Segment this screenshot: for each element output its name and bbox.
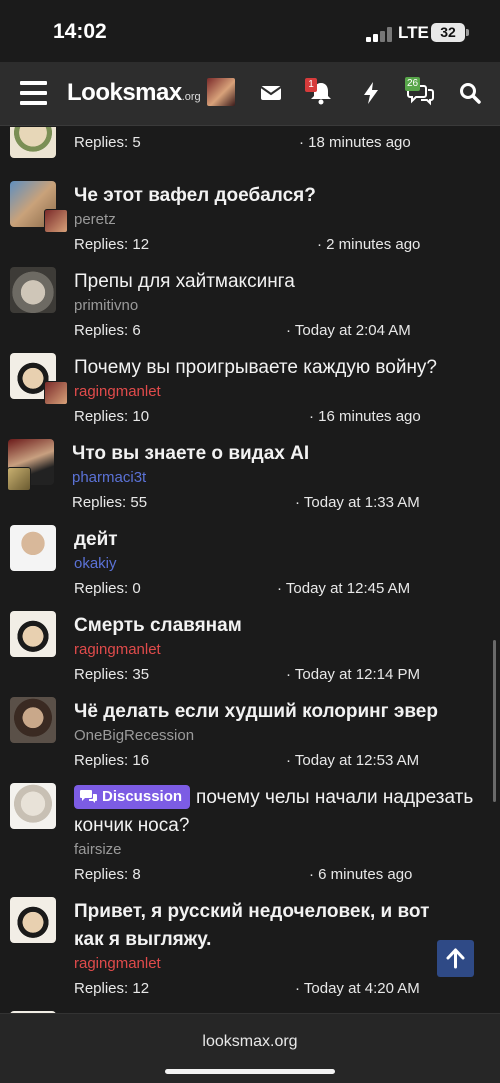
thread-replies: Replies: 16	[74, 752, 150, 769]
thread-avatar[interactable]	[10, 697, 56, 743]
thread-time: · 6 minutes ago	[309, 866, 413, 883]
status-bar: 14:02 LTE 32	[0, 0, 500, 62]
cell-signal-icon	[366, 26, 392, 42]
clock: 14:02	[53, 20, 107, 43]
thread-author[interactable]: OneBigRecession	[74, 727, 194, 744]
battery-icon: 32	[431, 23, 469, 42]
browser-address-bar: looksmax.org	[0, 1013, 500, 1083]
thread-avatar[interactable]	[10, 267, 56, 313]
alerts-badge: 1	[305, 78, 317, 92]
chat-bubbles-icon	[80, 790, 97, 803]
thread-replies: Replies: 35	[74, 666, 150, 683]
thread-title[interactable]: Чё делать если худший колоринг эвер	[74, 698, 484, 726]
thread-time: · Today at 2:04 AM	[286, 322, 411, 339]
thread-title[interactable]: Привет, я русский недочеловек, и вот как…	[74, 898, 434, 954]
page-url[interactable]: looksmax.org	[0, 1033, 500, 1051]
thread-title[interactable]: Discussion почему челы начали надрезать к…	[74, 784, 484, 840]
thread-author[interactable]: ragingmanlet	[74, 641, 161, 658]
hamburger-icon[interactable]	[20, 81, 47, 105]
thread-title[interactable]: Че этот вафел доебался?	[74, 182, 484, 210]
thread-replies: Replies: 6	[74, 322, 141, 339]
user-avatar[interactable]	[207, 78, 235, 106]
last-poster-avatar[interactable]	[44, 209, 68, 233]
site-logo[interactable]: Looksmax.org	[67, 79, 201, 107]
thread-title[interactable]: Смерть славянам	[74, 612, 484, 640]
thread-title[interactable]: Почему вы проигрываете каждую войну?	[74, 354, 484, 382]
thread-title[interactable]: дейт	[74, 526, 484, 554]
thread-avatar[interactable]	[10, 611, 56, 657]
thread-time: · 2 minutes ago	[317, 236, 421, 253]
thread-avatar[interactable]	[10, 525, 56, 571]
discussion-prefix[interactable]: Discussion	[74, 785, 191, 809]
thread-replies: Replies: 12	[74, 980, 150, 997]
prefix-label: Discussion	[102, 788, 183, 805]
thread-replies: Replies: 55	[72, 494, 148, 511]
conversations-badge: 26	[405, 77, 421, 91]
thread-time: · Today at 4:20 AM	[295, 980, 420, 997]
envelope-icon[interactable]	[259, 80, 285, 106]
home-indicator[interactable]	[165, 1069, 335, 1074]
thread-replies: Replies: 12	[74, 236, 150, 253]
logo-text: Looksmax	[67, 79, 182, 106]
thread-time: · Today at 12:14 PM	[286, 666, 420, 683]
thread-author[interactable]: peretz	[74, 211, 116, 228]
thread-avatar[interactable]	[10, 127, 56, 158]
network-type: LTE	[398, 23, 429, 42]
thread-author[interactable]: fairsize	[74, 841, 122, 858]
thread-author[interactable]: ragingmanlet	[74, 955, 161, 972]
thread-title[interactable]: Препы для хайтмаксинга	[74, 268, 484, 296]
logo-suffix: .org	[181, 91, 201, 103]
thread-avatar[interactable]	[10, 897, 56, 943]
scrollbar[interactable]	[493, 640, 496, 802]
last-poster-avatar[interactable]	[7, 467, 31, 491]
thread-replies: Replies: 10	[74, 408, 150, 425]
last-poster-avatar[interactable]	[44, 381, 68, 405]
thread-replies: Replies: 0	[74, 580, 141, 597]
thread-author[interactable]: ragingmanlet	[74, 383, 161, 400]
thread-list: ragingmanlet Replies: 5 · 18 minutes ago…	[0, 127, 500, 1013]
thread-time: · Today at 12:45 AM	[277, 580, 411, 597]
thread-time: · Today at 1:33 AM	[295, 494, 420, 511]
thread-author[interactable]: okakiy	[74, 555, 117, 572]
thread-author[interactable]: pharmaci3t	[72, 469, 146, 486]
search-icon[interactable]	[458, 80, 484, 106]
thread-time: · Today at 12:53 AM	[286, 752, 420, 769]
thread-replies: Replies: 5	[74, 134, 141, 151]
thread-replies: Replies: 8	[74, 866, 141, 883]
arrow-up-icon	[446, 948, 465, 969]
thread-title[interactable]: Что вы знаете о видах AI	[72, 440, 482, 468]
top-navbar: Looksmax.org 1 26	[0, 62, 500, 126]
bolt-icon[interactable]	[360, 80, 386, 106]
thread-time: · 18 minutes ago	[299, 134, 411, 151]
back-to-top-button[interactable]	[437, 940, 474, 977]
thread-avatar[interactable]	[10, 783, 56, 829]
thread-author[interactable]: primitivno	[74, 297, 138, 314]
thread-time: · 16 minutes ago	[309, 408, 421, 425]
